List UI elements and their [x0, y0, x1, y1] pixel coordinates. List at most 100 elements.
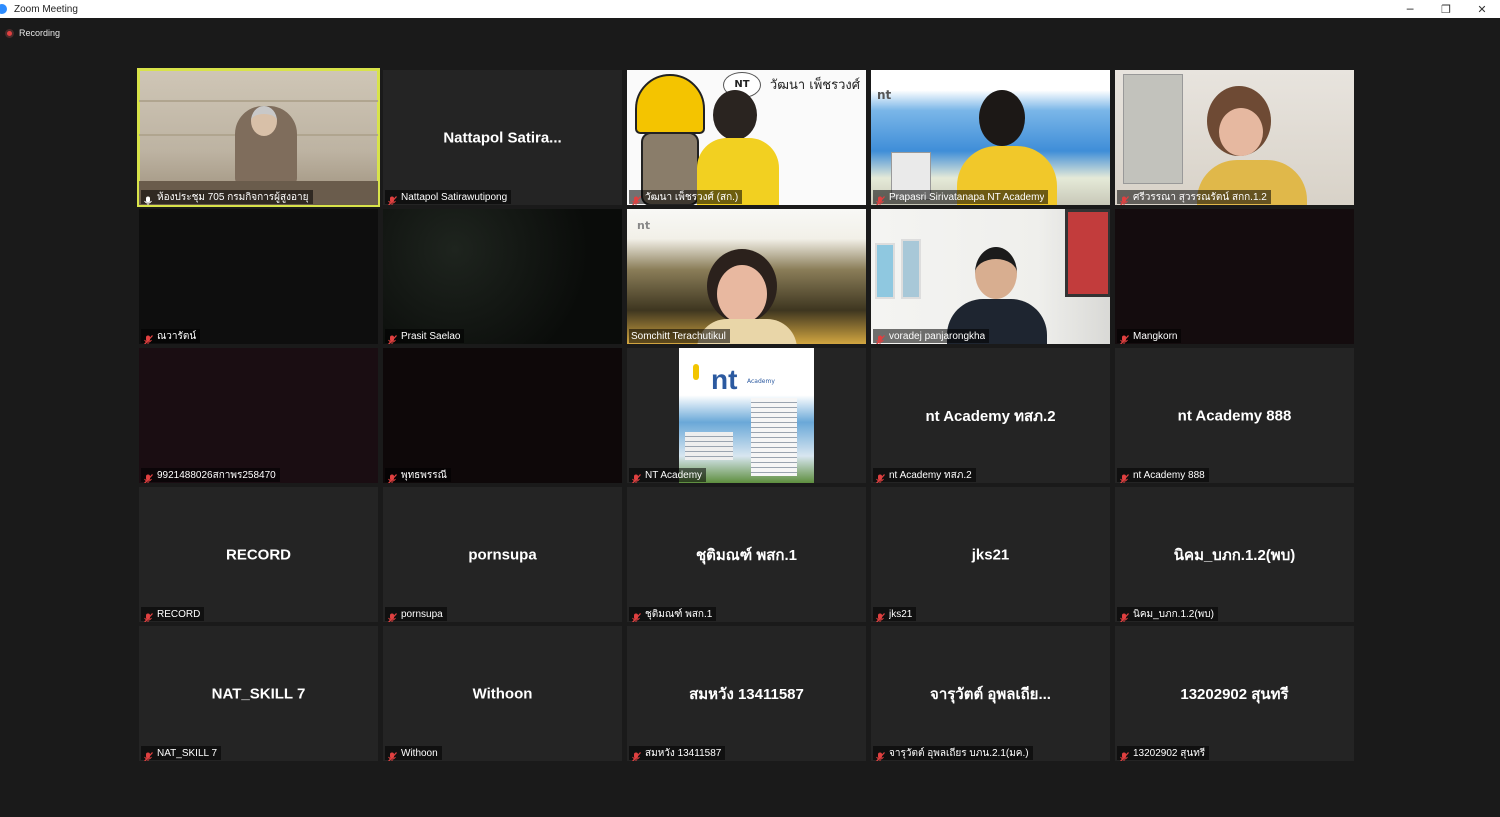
participant-display-name: RECORD	[225, 546, 291, 563]
nt-logo: nt	[877, 88, 892, 102]
mic-muted-icon	[143, 609, 153, 622]
participant-gallery: ห้องประชุม 705 กรมกิจการผู้สูงอายุ Nattap…	[137, 68, 1355, 764]
participant-tile[interactable]: ณวารัตน์	[139, 209, 378, 344]
mic-muted-icon	[631, 748, 641, 761]
participant-tile[interactable]: Prasit Saelao	[383, 209, 622, 344]
mic-muted-icon	[631, 192, 641, 205]
participant-tile[interactable]: 9921488026สกาพร258470	[139, 348, 378, 483]
logo-accent	[693, 364, 699, 380]
participant-name-label: 13202902 สุนทรี	[1117, 746, 1210, 761]
participant-tile[interactable]: nt Academy ทสภ.2 nt Academy ทสภ.2	[871, 348, 1110, 483]
academy-text: Academy	[747, 378, 775, 385]
window-titlebar: Zoom Meeting ─ ❐ ✕	[0, 0, 1500, 18]
participant-tile[interactable]: Withoon Withoon	[383, 626, 622, 761]
mic-muted-icon	[1119, 192, 1129, 205]
recording-label: Recording	[19, 28, 61, 38]
participant-tile[interactable]: ศรีวรรณา สุวรรณรัตน์ สกก.1.2	[1115, 70, 1354, 205]
nt-logo: nt	[711, 364, 738, 395]
cabinet	[1123, 74, 1183, 184]
participant-tile[interactable]: 13202902 สุนทรี 13202902 สุนทรี	[1115, 626, 1354, 761]
participant-name: Prasit Saelao	[401, 330, 461, 342]
participant-name: Mangkorn	[1133, 330, 1178, 342]
participant-head	[251, 106, 277, 136]
mic-muted-icon	[1119, 748, 1129, 761]
participant-name-label: jks21	[873, 607, 917, 622]
participant-display-name: pornsupa	[468, 546, 537, 563]
participant-tile[interactable]: นิคม_บภก.1.2(พบ) นิคม_บภก.1.2(พบ)	[1115, 487, 1354, 622]
participant-tile[interactable]: NAT_SKILL 7 NAT_SKILL 7	[139, 626, 378, 761]
mic-muted-icon	[387, 331, 397, 344]
participant-name: 13202902 สุนทรี	[1133, 747, 1206, 759]
participant-name-label: พุทธพรรณี	[385, 468, 451, 483]
nt-academy-poster: nt Academy	[679, 348, 814, 483]
participant-display-name: jks21	[971, 546, 1010, 563]
participant-name: pornsupa	[401, 608, 443, 620]
participant-tile[interactable]: Nattapol Satira... Nattapol Satirawutipon…	[383, 70, 622, 205]
participant-name-label: pornsupa	[385, 607, 447, 622]
participant-display-name: สมหวัง 13411587	[689, 685, 804, 703]
participant-tile[interactable]: nt Somchitt Terachutikul	[627, 209, 866, 344]
building	[685, 432, 733, 460]
restore-button[interactable]: ❐	[1428, 0, 1464, 18]
participant-head	[979, 90, 1025, 146]
participant-name: วัฒนา เพ็ชรวงศ์ (สก.)	[645, 191, 739, 203]
zoom-app-icon	[0, 4, 7, 14]
background-caption: วัฒนา เพ็ชรวงศ์	[769, 78, 860, 93]
participant-name-label: Somchitt Terachutikul	[629, 329, 730, 343]
participant-face	[1219, 108, 1263, 156]
mic-muted-icon	[1119, 470, 1129, 483]
window-controls: ─ ❐ ✕	[1392, 0, 1500, 18]
participant-tile[interactable]: พุทธพรรณี	[383, 348, 622, 483]
participant-tile[interactable]: RECORD RECORD	[139, 487, 378, 622]
participant-name: ห้องประชุม 705 กรมกิจการผู้สูงอายุ	[157, 191, 309, 203]
participant-tile[interactable]: nt Prapasri Sirivatanapa NT Academy	[871, 70, 1110, 205]
participant-name: RECORD	[157, 608, 201, 620]
participant-tile[interactable]: สมหวัง 13411587 สมหวัง 13411587	[627, 626, 866, 761]
participant-tile[interactable]: ชุติมณฑ์ พสก.1 ชุติมณฑ์ พสก.1	[627, 487, 866, 622]
participant-tile[interactable]: voradej panjarongkha	[871, 209, 1110, 344]
participant-display-name: นิคม_บภก.1.2(พบ)	[1173, 546, 1296, 564]
participant-name-label: วัฒนา เพ็ชรวงศ์ (สก.)	[629, 190, 743, 205]
participant-name-label: Mangkorn	[1117, 329, 1182, 344]
participant-name-label: nt Academy ทสภ.2	[873, 468, 976, 483]
mic-muted-icon	[875, 331, 885, 344]
participant-tile[interactable]: nt Academy 888 nt Academy 888	[1115, 348, 1354, 483]
participant-name-label: จารุวัตต์ อุพลเถียร บภน.2.1(มค.)	[873, 746, 1033, 761]
participant-name: จารุวัตต์ อุพลเถียร บภน.2.1(มค.)	[889, 747, 1029, 759]
participant-tile[interactable]: jks21 jks21	[871, 487, 1110, 622]
participant-name: นิคม_บภก.1.2(พบ)	[1133, 608, 1214, 620]
participant-name-label: nt Academy 888	[1117, 468, 1209, 483]
participant-display-name: 13202902 สุนทรี	[1180, 685, 1289, 703]
participant-name: ชุติมณฑ์ พสก.1	[645, 608, 713, 620]
participant-name: NT Academy	[645, 469, 703, 481]
participant-name: nt Academy ทสภ.2	[889, 469, 972, 481]
wall-painting	[901, 239, 921, 299]
participant-name-label: NAT_SKILL 7	[141, 746, 222, 761]
window-title: Zoom Meeting	[14, 3, 78, 15]
minimize-button[interactable]: ─	[1392, 0, 1428, 18]
participant-tile[interactable]: จารุวัตต์ อุพลเถีย... จารุวัตต์ อุพลเถียร…	[871, 626, 1110, 761]
participant-tile[interactable]: nt Academy NT Academy	[627, 348, 866, 483]
participant-display-name: nt Academy 888	[1177, 407, 1292, 424]
participant-tile[interactable]: ห้องประชุม 705 กรมกิจการผู้สูงอายุ	[137, 68, 380, 207]
participant-tile[interactable]: NT วัฒนา เพ็ชรวงศ์ วัฒนา เพ็ชรวงศ์ (สก.)	[627, 70, 866, 205]
close-button[interactable]: ✕	[1464, 0, 1500, 18]
participant-display-name: NAT_SKILL 7	[211, 685, 306, 702]
participant-name-label: Prapasri Sirivatanapa NT Academy	[873, 190, 1049, 205]
mic-muted-icon	[387, 470, 397, 483]
participant-display-name: จารุวัตต์ อุพลเถีย...	[930, 685, 1051, 703]
mic-on-icon	[143, 192, 153, 205]
participant-name: 9921488026สกาพร258470	[157, 469, 276, 481]
participant-tile[interactable]: pornsupa pornsupa	[383, 487, 622, 622]
mic-muted-icon	[631, 470, 641, 483]
participant-name-label: นิคม_บภก.1.2(พบ)	[1117, 607, 1218, 622]
participant-name-label: voradej panjarongkha	[873, 329, 990, 344]
recording-indicator[interactable]: Recording	[5, 28, 60, 38]
mic-muted-icon	[143, 748, 153, 761]
mic-muted-icon	[143, 470, 153, 483]
participant-display-name: ชุติมณฑ์ พสก.1	[696, 546, 797, 564]
cartoon-helmet	[635, 74, 705, 134]
participant-face	[717, 265, 767, 323]
mic-muted-icon	[875, 192, 885, 205]
participant-tile[interactable]: Mangkorn	[1115, 209, 1354, 344]
